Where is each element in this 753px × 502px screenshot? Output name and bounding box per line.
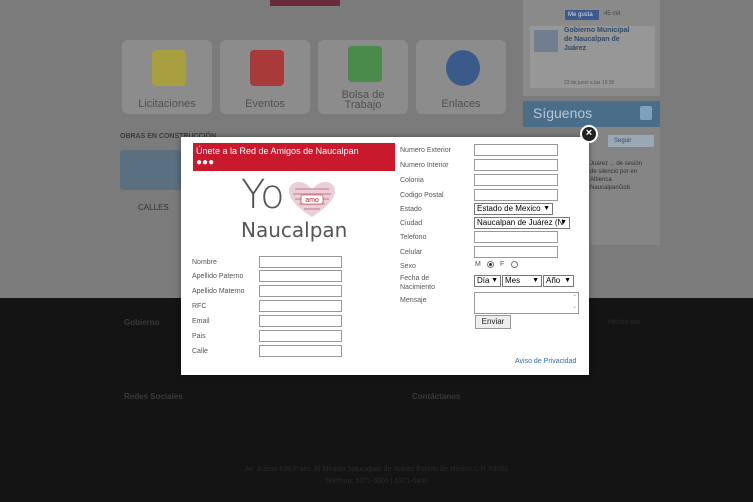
- apellido-materno-input[interactable]: [259, 285, 342, 297]
- mensaje-textarea[interactable]: ⌃ ⌄: [474, 292, 579, 314]
- nombre-label: Nombre: [192, 259, 217, 266]
- colonia-input[interactable]: [474, 174, 558, 186]
- obras-thumbnail[interactable]: [120, 150, 182, 190]
- fecha-mes-select[interactable]: Mes ▼: [502, 275, 542, 287]
- footer-gobierno-heading: Gobierno: [124, 318, 160, 327]
- telefono-label: Telefono: [400, 234, 427, 241]
- join-banner: Únete a la Red de Amigos de Naucalpan ●●…: [193, 143, 395, 171]
- chevron-down-icon: ▼: [564, 277, 571, 284]
- facebook-like-count: 45 mil: [604, 11, 621, 17]
- join-banner-text: Únete a la Red de Amigos de Naucalpan: [196, 146, 359, 156]
- aviso-privacidad-link[interactable]: Aviso de Privacidad: [515, 358, 576, 365]
- rfc-label: RFC: [192, 303, 207, 310]
- dia-selected: Día: [477, 276, 490, 285]
- celular-input[interactable]: [474, 246, 558, 258]
- anio-selected: Año: [546, 276, 561, 285]
- footer-hecho-por: Hecho por: [608, 319, 641, 326]
- celular-label: Celular: [400, 249, 423, 256]
- document-icon: [152, 50, 186, 86]
- footer-contactanos-heading: Contáctanos: [412, 392, 461, 401]
- scroll-arrows-icon: ⌃ ⌄: [571, 295, 577, 310]
- twitter-follow-button[interactable]: Seguir: [608, 135, 654, 147]
- codigo-postal-label: Codigo Postal: [400, 192, 444, 199]
- eventos-tile[interactable]: Eventos: [220, 40, 310, 114]
- calles-label[interactable]: CALLES: [138, 203, 169, 212]
- mensaje-label: Mensaje: [400, 297, 427, 304]
- colonia-label: Colonia: [400, 177, 424, 184]
- fecha-dia-select[interactable]: Día ▼: [474, 275, 501, 287]
- enlaces-tile[interactable]: Enlaces: [416, 40, 506, 114]
- twitter-tweet-text: Juárez ... de sesión de silencio por en …: [590, 161, 643, 191]
- footer-redes-heading: Redes Sociales: [124, 392, 183, 401]
- pais-label: Pais: [192, 333, 206, 340]
- sexo-m-label: M: [475, 261, 481, 268]
- ciudad-select[interactable]: Naucalpan de Juárez (N ▼: [474, 217, 570, 229]
- licitaciones-tile[interactable]: Licitaciones: [122, 40, 212, 114]
- numero-interior-input[interactable]: [474, 159, 558, 171]
- tile-label: Enlaces: [441, 98, 481, 110]
- email-input[interactable]: [259, 315, 342, 327]
- ciudad-selected: Naucalpan de Juárez (N: [477, 218, 564, 227]
- chevron-down-icon: ▼: [560, 219, 567, 226]
- calle-label: Calle: [192, 348, 208, 355]
- siguenos-header: Síguenos: [523, 101, 660, 127]
- yo-amo-naucalpan-logo: Yo amo Naucalpan: [233, 172, 347, 245]
- pais-input[interactable]: [259, 330, 342, 342]
- fecha-label: Fecha de Nacimiento: [400, 275, 436, 291]
- enviar-button[interactable]: Enviar: [475, 315, 511, 329]
- apellido-paterno-input[interactable]: [259, 270, 342, 282]
- apellido-paterno-label: Apellido Paterno: [192, 273, 244, 280]
- estado-selected: Estado de Mexico: [477, 204, 541, 213]
- numero-exterior-input[interactable]: [474, 144, 558, 156]
- links-icon: [446, 50, 480, 86]
- chevron-down-icon: ▼: [543, 205, 550, 212]
- twitter-icon: [640, 106, 652, 120]
- numero-exterior-label: Numero Exterior: [400, 147, 451, 154]
- facebook-post-date: 23 de junio a las 19:35: [564, 80, 615, 86]
- tile-label: Bolsa de Trabajo: [341, 89, 385, 111]
- footer-address: Av. Juárez #39 Fracc. El Mirador Naucalp…: [244, 466, 509, 473]
- mes-selected: Mes: [505, 276, 521, 285]
- estado-select[interactable]: Estado de Mexico ▼: [474, 203, 553, 215]
- fecha-anio-select[interactable]: Año ▼: [543, 275, 574, 287]
- facebook-like-button[interactable]: Me gusta: [565, 10, 599, 20]
- nombre-input[interactable]: [259, 256, 342, 268]
- chevron-down-icon: ▼: [491, 277, 498, 284]
- calendar-icon: [250, 50, 284, 86]
- sexo-f-label: F: [500, 261, 505, 268]
- estado-label: Estado: [400, 206, 422, 213]
- apellido-materno-label: Apellido Materno: [192, 288, 245, 295]
- sexo-label: Sexo: [400, 263, 416, 270]
- calle-input[interactable]: [259, 345, 342, 357]
- facebook-page-name[interactable]: Gobierno Municipal de Naucalpan de Juáre…: [564, 26, 634, 53]
- ciudad-label: Ciudad: [400, 220, 423, 227]
- codigo-postal-input[interactable]: [474, 189, 558, 201]
- rfc-input[interactable]: [259, 300, 342, 312]
- numero-interior-label: Numero Interior: [400, 162, 449, 169]
- people-icon: ●●●: [196, 157, 215, 168]
- logo-city-text: Naucalpan: [241, 218, 348, 242]
- close-modal-button[interactable]: ×: [580, 125, 598, 143]
- tile-label: Eventos: [245, 98, 285, 110]
- sexo-m-radio[interactable]: [487, 261, 494, 268]
- telefono-input[interactable]: [474, 231, 558, 243]
- facebook-page-thumbnail[interactable]: [534, 30, 558, 52]
- chevron-down-icon: ▼: [532, 277, 539, 284]
- email-label: Email: [192, 318, 210, 325]
- bolsa-trabajo-tile[interactable]: Bolsa de Trabajo: [318, 40, 408, 114]
- tile-label: Licitaciones: [138, 98, 196, 110]
- logo-amo-text: amo: [305, 197, 319, 204]
- heart-icon: amo: [289, 182, 335, 217]
- logo-yo-text: Yo: [241, 172, 285, 218]
- siguenos-title: Síguenos: [533, 105, 593, 121]
- header-banner-strip: [270, 0, 340, 6]
- footer-phone: Teléfono: 5371-5300 | 5371-5400: [324, 478, 428, 485]
- sexo-f-radio[interactable]: [511, 261, 518, 268]
- network-icon: [348, 46, 382, 82]
